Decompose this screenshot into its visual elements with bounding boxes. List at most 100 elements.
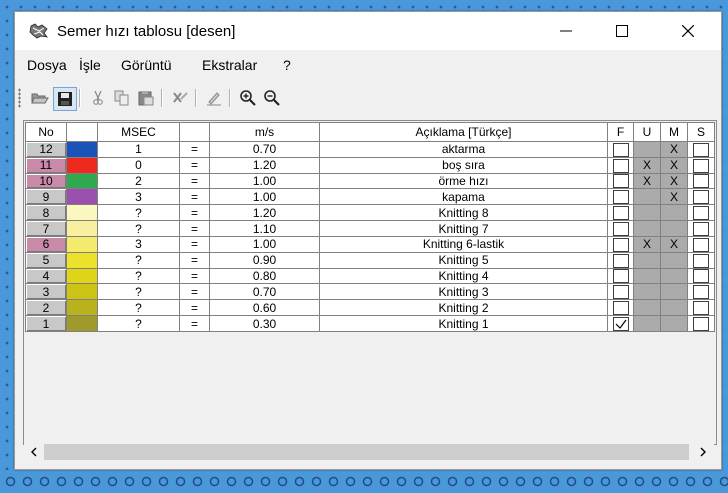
scroll-left-button[interactable] (25, 443, 43, 461)
title-bar[interactable]: Semer hızı tablosu [desen] (15, 12, 721, 50)
s-checkbox[interactable] (693, 253, 709, 268)
f-checkbox[interactable] (612, 174, 629, 188)
f-checkbox[interactable] (612, 285, 629, 299)
u-cell[interactable] (633, 251, 661, 269)
color-cell[interactable] (66, 315, 98, 332)
color-cell[interactable] (66, 204, 98, 222)
msec-cell[interactable]: ? (97, 283, 180, 301)
row-number[interactable]: 12 (25, 141, 67, 158)
row-number[interactable]: 10 (25, 172, 67, 190)
s-cell[interactable] (687, 220, 715, 237)
menu-ekstralar[interactable]: Ekstralar (202, 57, 257, 73)
msec-cell[interactable]: ? (97, 267, 180, 285)
s-cell[interactable] (687, 235, 715, 253)
f-checkbox[interactable] (612, 316, 629, 331)
color-cell[interactable] (66, 235, 98, 253)
f-checkbox[interactable] (612, 206, 629, 220)
close-button[interactable] (665, 12, 711, 50)
col-header-f[interactable]: F (607, 122, 634, 142)
f-cell[interactable] (607, 267, 634, 285)
description-cell[interactable]: Knitting 4 (319, 267, 608, 285)
col-header-s[interactable]: S (687, 122, 715, 142)
description-cell[interactable]: Knitting 1 (319, 315, 608, 332)
row-number[interactable]: 4 (25, 267, 67, 285)
s-checkbox[interactable] (693, 316, 709, 331)
color-cell[interactable] (66, 251, 98, 269)
s-checkbox[interactable] (693, 142, 709, 157)
s-checkbox[interactable] (693, 190, 709, 204)
m-cell[interactable]: X (660, 172, 688, 190)
col-header-eq[interactable] (179, 122, 210, 142)
speed-cell[interactable]: 1.00 (209, 235, 320, 253)
copy-button[interactable] (111, 87, 133, 109)
description-cell[interactable]: Knitting 5 (319, 251, 608, 269)
description-cell[interactable]: kapama (319, 188, 608, 206)
m-cell[interactable]: X (660, 141, 688, 158)
msec-cell[interactable]: 0 (97, 156, 180, 174)
horizontal-scrollbar[interactable] (24, 443, 714, 461)
m-cell[interactable] (660, 315, 688, 332)
s-cell[interactable] (687, 141, 715, 158)
f-cell[interactable] (607, 204, 634, 222)
table-row[interactable]: 8? = 1.20 Knitting 8 (25, 204, 715, 222)
f-cell[interactable] (607, 141, 634, 158)
s-cell[interactable] (687, 188, 715, 206)
open-button[interactable] (29, 87, 51, 109)
row-number[interactable]: 6 (25, 235, 67, 253)
f-checkbox[interactable] (612, 158, 629, 173)
row-number[interactable]: 2 (25, 299, 67, 317)
f-cell[interactable] (607, 283, 634, 301)
f-checkbox[interactable] (612, 269, 629, 283)
f-cell[interactable] (607, 315, 634, 332)
menu-help[interactable]: ? (283, 57, 291, 73)
table-row[interactable]: 12 1 = 0.70 aktarma X (25, 141, 715, 158)
u-cell[interactable] (633, 220, 661, 237)
row-number[interactable]: 8 (25, 204, 67, 222)
m-cell[interactable] (660, 283, 688, 301)
description-cell[interactable]: Knitting 2 (319, 299, 608, 317)
s-cell[interactable] (687, 299, 715, 317)
speed-cell[interactable]: 0.30 (209, 315, 320, 332)
speed-cell[interactable]: 0.80 (209, 267, 320, 285)
speed-cell[interactable]: 1.20 (209, 204, 320, 222)
msec-cell[interactable]: ? (97, 204, 180, 222)
m-cell[interactable] (660, 220, 688, 237)
s-cell[interactable] (687, 283, 715, 301)
col-header-desc[interactable]: Açıklama [Türkçe] (319, 122, 608, 142)
speed-cell[interactable]: 0.70 (209, 141, 320, 158)
row-number[interactable]: 7 (25, 220, 67, 237)
row-number[interactable]: 5 (25, 251, 67, 269)
cut-button[interactable] (87, 87, 109, 109)
color-cell[interactable] (66, 188, 98, 206)
m-cell[interactable] (660, 299, 688, 317)
msec-cell[interactable]: 3 (97, 235, 180, 253)
msec-cell[interactable]: 3 (97, 188, 180, 206)
speed-cell[interactable]: 0.90 (209, 251, 320, 269)
m-cell[interactable] (660, 251, 688, 269)
table-row[interactable]: 5? = 0.90 Knitting 5 (25, 251, 715, 269)
color-cell[interactable] (66, 141, 98, 158)
s-cell[interactable] (687, 172, 715, 190)
col-header-color[interactable] (66, 122, 98, 142)
msec-cell[interactable]: ? (97, 220, 180, 237)
description-cell[interactable]: Knitting 8 (319, 204, 608, 222)
col-header-ms[interactable]: m/s (209, 122, 320, 142)
f-cell[interactable] (607, 220, 634, 237)
menu-isle[interactable]: İşle (79, 57, 101, 73)
speed-cell[interactable]: 1.00 (209, 172, 320, 190)
msec-cell[interactable]: 1 (97, 141, 180, 158)
row-number[interactable]: 1 (25, 315, 67, 332)
msec-cell[interactable]: ? (97, 315, 180, 332)
table-row[interactable]: 6 3 = 1.00 Knitting 6-lastik X X (25, 235, 715, 253)
u-cell[interactable] (633, 267, 661, 285)
zoom-in-button[interactable] (237, 87, 259, 109)
speed-cell[interactable]: 0.70 (209, 283, 320, 301)
table-row[interactable]: 11 0 = 1.20 boş sıra X X (25, 156, 715, 174)
u-cell[interactable] (633, 141, 661, 158)
s-checkbox[interactable] (693, 269, 709, 283)
s-checkbox[interactable] (693, 174, 709, 188)
table-row[interactable]: 2? = 0.60 Knitting 2 (25, 299, 715, 317)
f-checkbox[interactable] (612, 237, 629, 252)
s-checkbox[interactable] (693, 237, 709, 252)
f-cell[interactable] (607, 251, 634, 269)
